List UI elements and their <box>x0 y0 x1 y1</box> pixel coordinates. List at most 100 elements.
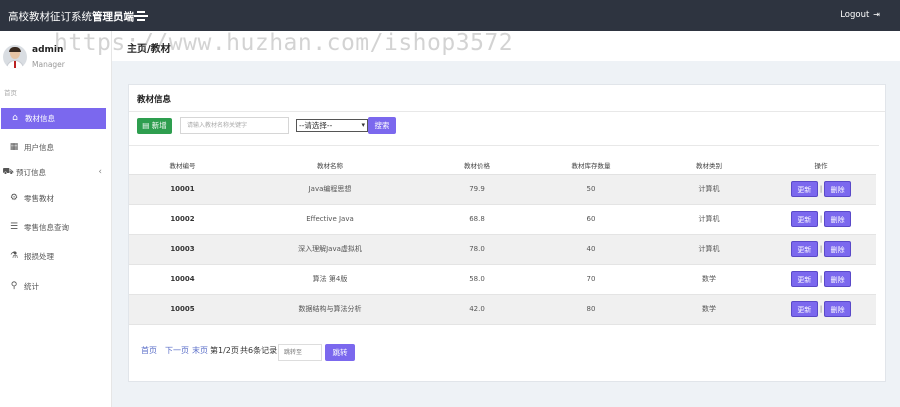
cell-price: 42.0 <box>424 294 530 325</box>
cell-actions: 更新 | 删除 <box>766 264 876 295</box>
chevron-left-icon: ‹ <box>98 167 102 177</box>
search-button[interactable]: 搜索 <box>368 117 396 134</box>
list-icon: ☰ <box>9 222 19 232</box>
cell-stock: 60 <box>530 204 652 235</box>
action-separator: | <box>819 185 823 193</box>
cell-name: Effective Java <box>236 204 424 235</box>
textbook-table: 教材编号 教材名称 教材价格 教材库存数量 教材类别 操作 10001 Java… <box>129 156 876 325</box>
page-info: 第1/2页 <box>210 346 239 355</box>
textbook-panel: 教材信息 ▤ 新增 --请选择-- ▾ 搜索 教材编号 教材名称 教材价格 教材… <box>128 84 886 382</box>
cell-id: 10005 <box>129 294 236 325</box>
update-button[interactable]: 更新 <box>790 211 818 227</box>
column-header: 教材编号 <box>129 156 236 175</box>
table-row: 10005 数据结构与算法分析 42.0 80 数学 更新 | 删除 <box>129 294 876 325</box>
chevron-down-icon: ▾ <box>361 121 365 129</box>
cart-icon: ⛟ <box>2 167 14 177</box>
add-label: 新增 <box>151 121 167 130</box>
category-select-value: --请选择-- <box>299 121 333 130</box>
table-row: 10001 Java编程思想 79.9 50 计算机 更新 | 删除 <box>129 174 876 205</box>
category-select[interactable]: --请选择-- ▾ <box>296 119 368 132</box>
jump-page-input[interactable] <box>278 344 322 361</box>
delete-button[interactable]: 删除 <box>824 241 852 257</box>
update-button[interactable]: 更新 <box>790 271 818 287</box>
sidebar-item-order-info[interactable]: ⛟ 预订信息 ‹ <box>0 162 105 183</box>
sidebar-item-user-info[interactable]: ▦ 用户信息 <box>0 137 105 158</box>
action-separator: | <box>819 245 823 253</box>
search-input[interactable] <box>180 117 289 134</box>
cell-actions: 更新 | 删除 <box>766 204 876 235</box>
cell-actions: 更新 | 删除 <box>766 174 876 205</box>
cell-stock: 40 <box>530 234 652 265</box>
logout-label[interactable]: Logout <box>840 10 869 20</box>
sidebar-item-statistics[interactable]: ⚲ 统计 <box>0 276 105 297</box>
cell-stock: 50 <box>530 174 652 205</box>
delete-button[interactable]: 删除 <box>824 301 852 317</box>
sidebar-item-retail-textbook[interactable]: ⚙ 零售教材 <box>0 188 105 209</box>
breadcrumb: 主页/教材 <box>127 44 171 55</box>
sidebar-item-label: 教材信息 <box>25 114 55 123</box>
sidebar-item-label: 统计 <box>24 282 39 291</box>
cell-category: 计算机 <box>652 204 766 235</box>
sidebar-item-label: 用户信息 <box>24 143 54 152</box>
update-button[interactable]: 更新 <box>790 301 818 317</box>
column-header: 教材库存数量 <box>530 156 652 175</box>
column-header: 操作 <box>766 156 876 175</box>
column-header: 教材名称 <box>236 156 424 175</box>
cell-id: 10002 <box>129 204 236 235</box>
page-header: 主页/教材 <box>112 31 900 61</box>
cell-category: 计算机 <box>652 234 766 265</box>
app-title-role: 管理员端 <box>92 11 134 23</box>
top-bar: 高校教材征订系统管理员端 Logout ⇥ <box>0 0 900 31</box>
cell-name: 深入理解Java虚拟机 <box>236 234 424 265</box>
cell-category: 数学 <box>652 264 766 295</box>
sidebar-item-textbook-info[interactable]: ⌂ 教材信息 <box>1 108 106 129</box>
table-row: 10003 深入理解Java虚拟机 78.0 40 计算机 更新 | 删除 <box>129 234 876 265</box>
jump-button[interactable]: 跳转 <box>325 344 355 361</box>
cell-name: Java编程思想 <box>236 174 424 205</box>
update-button[interactable]: 更新 <box>790 241 818 257</box>
cell-price: 78.0 <box>424 234 530 265</box>
cell-id: 10004 <box>129 264 236 295</box>
sidebar-item-label: 报损处理 <box>24 252 54 261</box>
table-header-row: 教材编号 教材名称 教材价格 教材库存数量 教材类别 操作 <box>129 156 876 175</box>
cell-actions: 更新 | 删除 <box>766 294 876 325</box>
last-page-link[interactable]: 末页 <box>192 345 208 356</box>
cell-stock: 70 <box>530 264 652 295</box>
column-header: 教材类别 <box>652 156 766 175</box>
sidebar-home-label[interactable]: 首页 <box>4 87 17 97</box>
cell-price: 58.0 <box>424 264 530 295</box>
logout-button[interactable]: Logout ⇥ <box>840 10 880 20</box>
update-button[interactable]: 更新 <box>790 181 818 197</box>
action-separator: | <box>819 305 823 313</box>
delete-button[interactable]: 删除 <box>824 271 852 287</box>
app-title: 高校教材征订系统管理员端 <box>8 9 134 24</box>
grid-icon: ▦ <box>9 142 19 152</box>
cell-id: 10003 <box>129 234 236 265</box>
first-page-link[interactable]: 首页 <box>141 345 157 356</box>
table-row: 10004 算法 第4版 58.0 70 数学 更新 | 删除 <box>129 264 876 295</box>
user-name: admin <box>32 45 64 55</box>
cell-name: 算法 第4版 <box>236 264 424 295</box>
cell-price: 68.8 <box>424 204 530 235</box>
cell-id: 10001 <box>129 174 236 205</box>
avatar <box>3 45 27 69</box>
logout-icon[interactable]: ⇥ <box>873 10 880 19</box>
cell-stock: 80 <box>530 294 652 325</box>
add-button[interactable]: ▤ 新增 <box>137 118 172 134</box>
cell-price: 79.9 <box>424 174 530 205</box>
delete-button[interactable]: 删除 <box>824 181 852 197</box>
panel-title: 教材信息 <box>137 95 172 105</box>
sidebar-item-retail-query[interactable]: ☰ 零售信息查询 <box>0 217 105 238</box>
delete-button[interactable]: 删除 <box>824 211 852 227</box>
add-icon: ▤ <box>142 121 150 130</box>
menu-toggle-icon[interactable] <box>134 10 148 21</box>
sidebar-item-label: 预订信息 <box>16 168 46 177</box>
search-toolbar: ▤ 新增 --请选择-- ▾ 搜索 <box>129 112 879 146</box>
cell-category: 计算机 <box>652 174 766 205</box>
action-separator: | <box>819 275 823 283</box>
search-icon: ⚲ <box>10 281 18 291</box>
flask-icon: ⚗ <box>9 251 19 261</box>
table-row: 10002 Effective Java 68.8 60 计算机 更新 | 删除 <box>129 204 876 235</box>
next-page-link[interactable]: 下一页 <box>165 345 189 356</box>
sidebar-item-damage-report[interactable]: ⚗ 报损处理 <box>0 246 105 267</box>
